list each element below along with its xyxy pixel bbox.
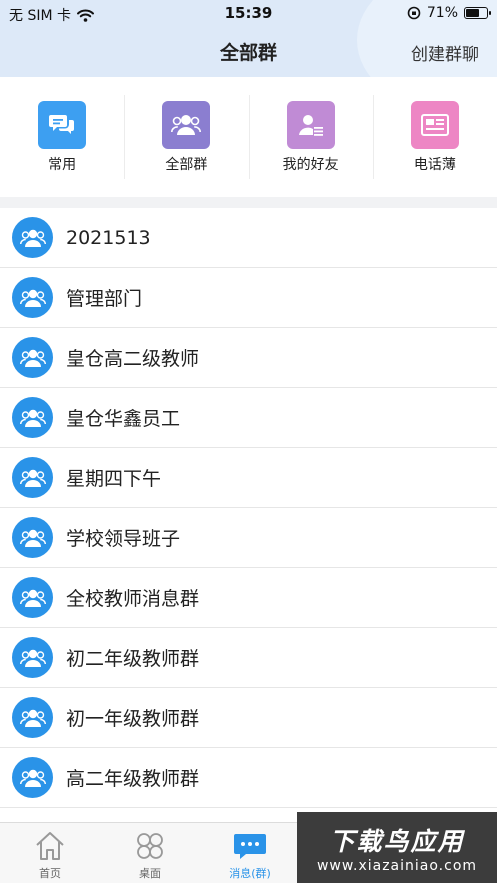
quick-label: 我的好友 [282, 157, 339, 173]
group-name: 星期四下午 [66, 468, 162, 490]
header: 无 SIM 卡 15:39 71% 全部群 创建群聊 [0, 0, 497, 77]
contact-card-icon [420, 114, 449, 136]
list-item[interactable]: 皇仓华鑫员工 [0, 388, 497, 448]
quick-icon-bg-groups [162, 101, 211, 149]
orientation-lock-icon [407, 6, 421, 20]
tab-label: 消息(群) [229, 867, 271, 880]
group-avatar-icon [19, 709, 46, 727]
quick-menu: 常用 全部群 我的好友 电话薄 [0, 77, 497, 197]
watermark-sub: www.xiazainiao.com [316, 857, 478, 874]
list-item[interactable]: 高二年级教师群 [0, 748, 497, 808]
avatar [12, 757, 53, 798]
group-name: 皇仓华鑫员工 [66, 408, 181, 430]
quick-label: 常用 [48, 157, 77, 173]
group-avatar-icon [19, 349, 46, 367]
avatar [12, 397, 53, 438]
create-group-button[interactable]: 创建群聊 [411, 40, 479, 65]
list-item[interactable]: 学校领导班子 [0, 508, 497, 568]
quick-icon-bg-phonebook [410, 101, 459, 149]
group-name: 2021513 [66, 226, 151, 249]
group-avatar-icon [19, 409, 46, 427]
avatar [12, 577, 53, 618]
battery-icon [464, 7, 491, 19]
group-name: 全校教师消息群 [66, 588, 200, 610]
chat-bubbles-icon [49, 115, 75, 134]
status-bar: 无 SIM 卡 15:39 71% [0, 0, 497, 26]
friend-list-icon [298, 115, 323, 136]
tab-desktop[interactable]: 桌面 [100, 823, 200, 883]
group-avatar-icon [19, 589, 46, 607]
group-avatar-icon [19, 769, 46, 787]
quick-item-common[interactable]: 常用 [0, 77, 124, 197]
list-item[interactable]: 皇仓高二级教师 [0, 328, 497, 388]
quick-label: 全部群 [165, 157, 208, 173]
group-name: 初二年级教师群 [66, 648, 200, 670]
clover-icon [137, 833, 163, 859]
avatar [12, 637, 53, 678]
quick-item-friends[interactable]: 我的好友 [248, 77, 373, 197]
watermark: 下载鸟应用 www.xiazainiao.com [297, 812, 497, 883]
tab-messages[interactable]: 消息(群) [200, 823, 300, 883]
status-right-group: 71% [407, 5, 491, 21]
group-name: 初一年级教师群 [66, 708, 200, 730]
avatar [12, 517, 53, 558]
watermark-main: 下载鸟应用 [329, 826, 465, 856]
list-item[interactable]: 初二年级教师群 [0, 628, 497, 688]
avatar [12, 457, 53, 498]
group-avatar-icon [19, 289, 46, 307]
tab-label: 桌面 [139, 867, 161, 880]
group-name: 管理部门 [66, 288, 143, 310]
battery-fill [466, 9, 479, 17]
quick-item-all-groups[interactable]: 全部群 [124, 77, 248, 197]
tab-home[interactable]: 首页 [0, 823, 100, 883]
avatar [12, 337, 53, 378]
group-avatar-icon [19, 469, 46, 487]
battery-percent: 71% [426, 5, 458, 21]
group-name: 皇仓高二级教师 [66, 348, 200, 370]
list-item[interactable]: 初一年级教师群 [0, 688, 497, 748]
group-icon [171, 115, 202, 135]
group-avatar-icon [19, 649, 46, 667]
message-icon [234, 834, 266, 859]
quick-icon-bg-friends [286, 101, 335, 149]
avatar [12, 697, 53, 738]
avatar [12, 217, 53, 258]
quick-icon-bg-common [38, 101, 87, 149]
quick-item-phonebook[interactable]: 电话薄 [372, 77, 497, 197]
group-list: 2021513 管理部门皇仓高二级教师 皇仓华鑫员工 星期四下午学校领导班子 全校教师消… [0, 208, 497, 822]
tab-label: 首页 [39, 867, 61, 880]
group-avatar-icon [19, 529, 46, 547]
quick-label: 电话薄 [413, 157, 456, 173]
list-item[interactable]: 全校教师消息群 [0, 568, 497, 628]
list-item[interactable]: 星期四下午 [0, 448, 497, 508]
list-item[interactable]: 管理部门 [0, 268, 497, 328]
group-name: 高二年级教师群 [66, 768, 200, 790]
list-item[interactable]: 2021513 [0, 208, 497, 268]
home-icon [36, 832, 64, 860]
group-avatar-icon [19, 229, 46, 247]
group-name: 学校领导班子 [66, 528, 181, 550]
section-divider [0, 197, 497, 208]
avatar [12, 277, 53, 318]
